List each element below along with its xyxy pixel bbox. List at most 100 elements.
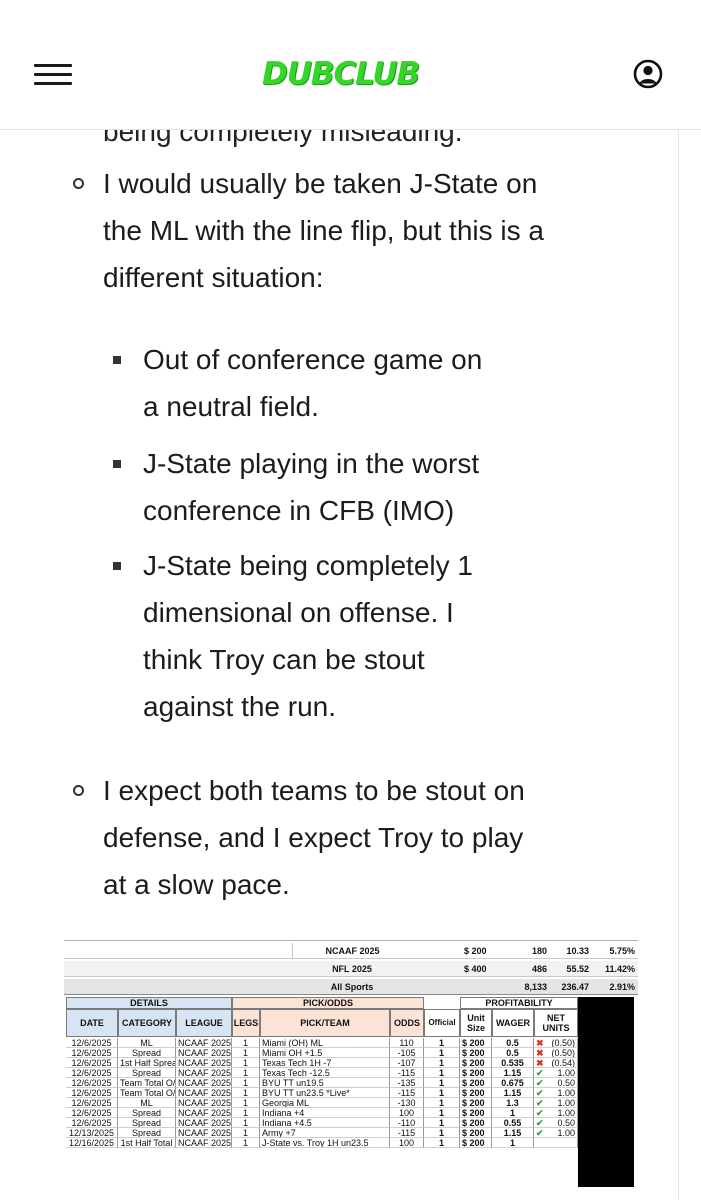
cell-official[interactable]: 1 xyxy=(424,1038,460,1048)
cell-category[interactable]: Spread xyxy=(118,1118,176,1128)
cell-wager[interactable]: 0.5 xyxy=(492,1048,534,1058)
cell-odds[interactable]: -115 xyxy=(390,1088,424,1098)
cell-date[interactable]: 12/6/2025 xyxy=(66,1118,118,1128)
cell-unit-size[interactable]: $ 200 xyxy=(460,1068,492,1078)
cell-date[interactable]: 12/6/2025 xyxy=(66,1038,118,1048)
cell-official[interactable]: 1 xyxy=(424,1128,460,1138)
cell-unit-size[interactable]: $ 200 xyxy=(460,1078,492,1088)
cell-legs[interactable]: 1 xyxy=(232,1098,260,1108)
cell-pick-team[interactable]: Texas Tech 1H -7 xyxy=(260,1058,390,1068)
cell-pick-team[interactable]: Indiana +4 xyxy=(260,1108,390,1118)
cell-category[interactable]: Spread xyxy=(118,1048,176,1058)
cell-pick-team[interactable]: Indiana +4.5 xyxy=(260,1118,390,1128)
column-header-wager[interactable]: WAGER xyxy=(492,1009,534,1037)
cell-odds[interactable]: 100 xyxy=(390,1138,424,1148)
cell-pick-team[interactable]: Miami (OH) ML xyxy=(260,1038,390,1048)
cell-net-units[interactable]: ✔ 0.50 xyxy=(534,1118,578,1128)
column-header-unit-size[interactable]: Unit Size xyxy=(460,1009,492,1037)
cell-net-units[interactable]: ✔ 1.00 xyxy=(534,1098,578,1108)
cell-odds[interactable]: -107 xyxy=(390,1058,424,1068)
cell-pick-team[interactable]: Texas Tech -12.5 xyxy=(260,1068,390,1078)
cell-net-units[interactable]: ✔ 1.00 xyxy=(534,1088,578,1098)
column-header-league[interactable]: LEAGUE xyxy=(176,1009,232,1037)
cell-official[interactable]: 1 xyxy=(424,1108,460,1118)
cell-unit-size[interactable]: $ 200 xyxy=(460,1128,492,1138)
cell-league[interactable]: NCAAF 2025 xyxy=(176,1058,232,1068)
cell-wager[interactable]: 0.5 xyxy=(492,1038,534,1048)
cell-official[interactable]: 1 xyxy=(424,1048,460,1058)
column-header-category[interactable]: CATEGORY xyxy=(118,1009,176,1037)
cell-category[interactable]: Spread xyxy=(118,1128,176,1138)
cell-date[interactable]: 12/13/2025 xyxy=(66,1128,118,1138)
cell-odds[interactable]: -115 xyxy=(390,1128,424,1138)
cell-pick-team[interactable]: Army +7 xyxy=(260,1128,390,1138)
cell-unit-size[interactable]: $ 200 xyxy=(460,1058,492,1068)
cell-odds[interactable]: -115 xyxy=(390,1068,424,1078)
cell-league[interactable]: NCAAF 2025 xyxy=(176,1108,232,1118)
cell-wager[interactable]: 0.55 xyxy=(492,1118,534,1128)
cell-net-units[interactable]: ✖ (0.50) xyxy=(534,1038,578,1048)
cell-net-units[interactable] xyxy=(534,1138,578,1148)
cell-date[interactable]: 12/6/2025 xyxy=(66,1088,118,1098)
cell-unit-size[interactable]: $ 200 xyxy=(460,1048,492,1058)
user-account-icon[interactable] xyxy=(632,58,664,90)
cell-legs[interactable]: 1 xyxy=(232,1088,260,1098)
cell-category[interactable]: ML xyxy=(118,1038,176,1048)
cell-legs[interactable]: 1 xyxy=(232,1138,260,1148)
column-header-date[interactable]: DATE xyxy=(66,1009,118,1037)
cell-wager[interactable]: 1 xyxy=(492,1108,534,1118)
column-header-legs[interactable]: LEGS xyxy=(232,1009,260,1037)
cell-net-units[interactable]: ✔ 1.00 xyxy=(534,1068,578,1078)
cell-unit-size[interactable]: $ 200 xyxy=(460,1098,492,1108)
cell-legs[interactable]: 1 xyxy=(232,1038,260,1048)
cell-wager[interactable]: 0.535 xyxy=(492,1058,534,1068)
cell-unit-size[interactable]: $ 200 xyxy=(460,1118,492,1128)
cell-category[interactable]: Spread xyxy=(118,1108,176,1118)
cell-league[interactable]: NCAAF 2025 xyxy=(176,1088,232,1098)
cell-odds[interactable]: -130 xyxy=(390,1098,424,1108)
hamburger-menu-icon[interactable] xyxy=(34,62,74,88)
cell-date[interactable]: 12/6/2025 xyxy=(66,1058,118,1068)
cell-net-units[interactable]: ✖ (0.54) xyxy=(534,1058,578,1068)
cell-wager[interactable]: 1.15 xyxy=(492,1088,534,1098)
cell-category[interactable]: 1st Half Total xyxy=(118,1138,176,1148)
cell-official[interactable]: 1 xyxy=(424,1138,460,1148)
cell-official[interactable]: 1 xyxy=(424,1098,460,1108)
cell-official[interactable]: 1 xyxy=(424,1078,460,1088)
cell-league[interactable]: NCAAF 2025 xyxy=(176,1068,232,1078)
cell-official[interactable]: 1 xyxy=(424,1058,460,1068)
cell-category[interactable]: Team Total O/U xyxy=(118,1078,176,1088)
cell-wager[interactable]: 1 xyxy=(492,1138,534,1148)
cell-legs[interactable]: 1 xyxy=(232,1118,260,1128)
cell-odds[interactable]: 110 xyxy=(390,1038,424,1048)
column-header-odds[interactable]: ODDS xyxy=(390,1009,424,1037)
cell-legs[interactable]: 1 xyxy=(232,1048,260,1058)
cell-unit-size[interactable]: $ 200 xyxy=(460,1108,492,1118)
cell-league[interactable]: NCAAF 2025 xyxy=(176,1038,232,1048)
cell-date[interactable]: 12/6/2025 xyxy=(66,1068,118,1078)
cell-date[interactable]: 12/16/2025 xyxy=(66,1138,118,1148)
cell-odds[interactable]: -135 xyxy=(390,1078,424,1088)
cell-league[interactable]: NCAAF 2025 xyxy=(176,1048,232,1058)
cell-league[interactable]: NCAAF 2025 xyxy=(176,1138,232,1148)
cell-pick-team[interactable]: Miami OH +1.5 xyxy=(260,1048,390,1058)
cell-pick-team[interactable]: BYU TT un19.5 xyxy=(260,1078,390,1088)
cell-net-units[interactable]: ✔ 1.00 xyxy=(534,1108,578,1118)
column-header-official[interactable]: Official xyxy=(424,1009,460,1037)
cell-pick-team[interactable]: Georgia ML xyxy=(260,1098,390,1108)
dubclub-logo[interactable]: DUBCLUB xyxy=(262,52,442,96)
cell-league[interactable]: NCAAF 2025 xyxy=(176,1128,232,1138)
cell-net-units[interactable]: ✔ 0.50 xyxy=(534,1078,578,1088)
cell-odds[interactable]: -105 xyxy=(390,1048,424,1058)
cell-league[interactable]: NCAAF 2025 xyxy=(176,1118,232,1128)
cell-wager[interactable]: 0.675 xyxy=(492,1078,534,1088)
cell-category[interactable]: Spread xyxy=(118,1068,176,1078)
cell-legs[interactable]: 1 xyxy=(232,1058,260,1068)
cell-net-units[interactable]: ✔ 1.00 xyxy=(534,1128,578,1138)
cell-official[interactable]: 1 xyxy=(424,1068,460,1078)
cell-date[interactable]: 12/6/2025 xyxy=(66,1098,118,1108)
cell-wager[interactable]: 1.15 xyxy=(492,1068,534,1078)
cell-wager[interactable]: 1.15 xyxy=(492,1128,534,1138)
cell-unit-size[interactable]: $ 200 xyxy=(460,1038,492,1048)
cell-legs[interactable]: 1 xyxy=(232,1108,260,1118)
